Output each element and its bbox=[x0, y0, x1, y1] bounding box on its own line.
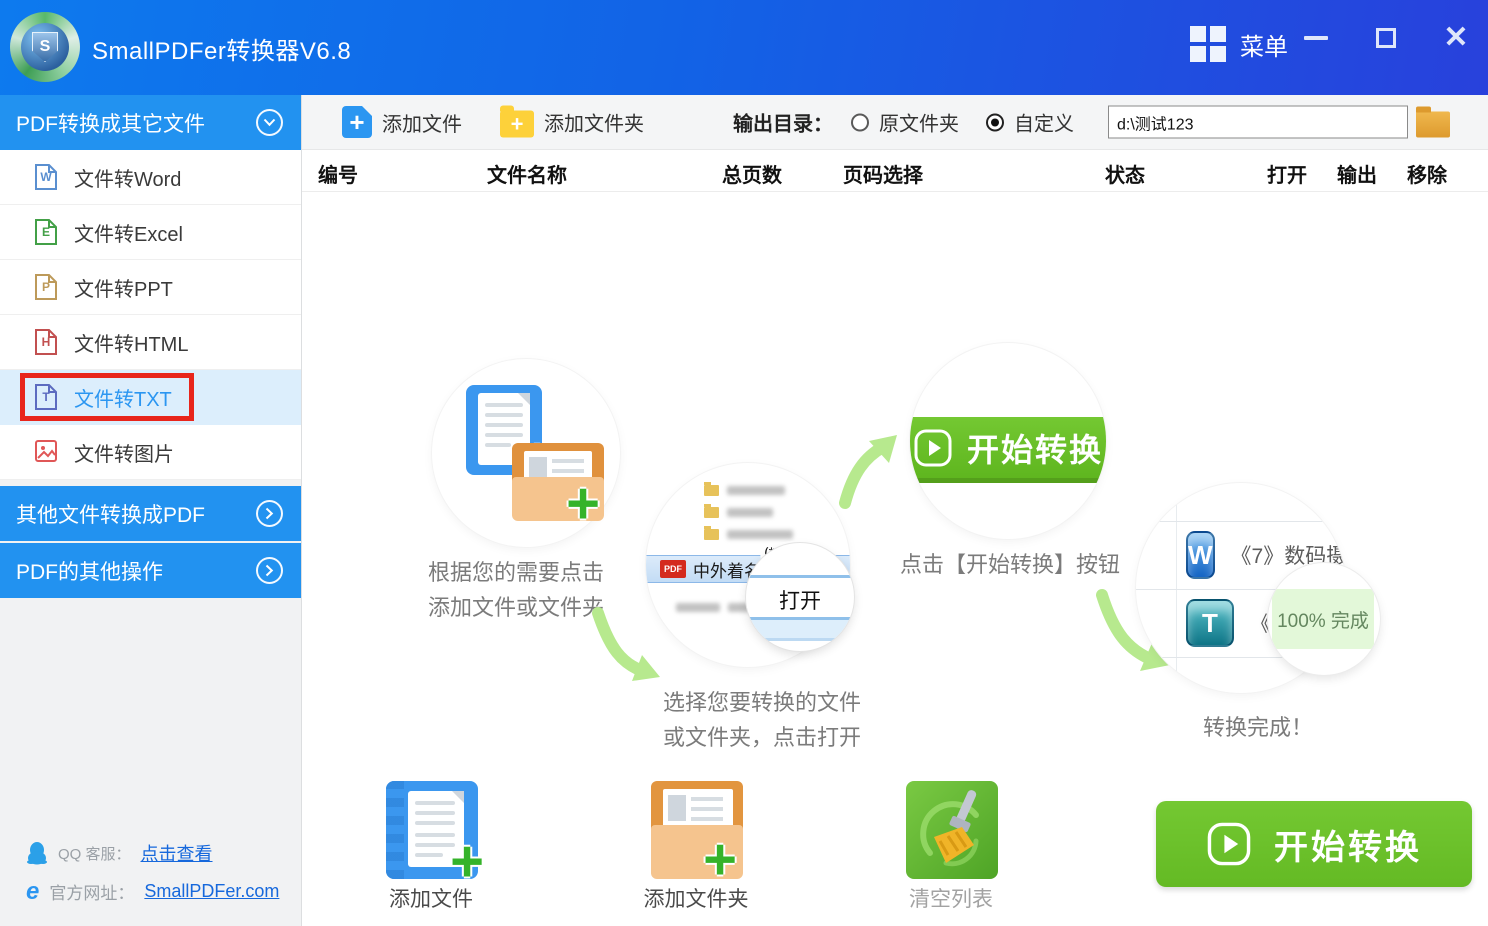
progress-badge: 100% 完成 bbox=[1272, 589, 1374, 649]
qq-service-label: QQ 客服： bbox=[58, 843, 131, 864]
sidebar-item-label: 文件转TXT bbox=[74, 383, 172, 412]
html-doc-icon: H bbox=[34, 328, 58, 356]
browse-folder-button[interactable] bbox=[1416, 107, 1450, 138]
add-file-button[interactable]: + 添加文件 bbox=[342, 106, 462, 138]
word-result-icon: W bbox=[1186, 531, 1215, 579]
col-status: 状态 bbox=[1105, 159, 1145, 188]
col-pages: 总页数 bbox=[722, 159, 782, 188]
sidebar-item-label: 文件转HTML bbox=[74, 328, 188, 357]
minimize-button[interactable] bbox=[1302, 24, 1330, 52]
tutorial-step1-circle: + + bbox=[432, 359, 620, 547]
play-icon bbox=[1206, 821, 1252, 867]
add-file-icon: + bbox=[342, 106, 372, 138]
menu-grid-icon bbox=[1190, 26, 1226, 62]
start-convert-button[interactable]: 开始转换 bbox=[1156, 801, 1472, 887]
qq-penguin-icon bbox=[26, 841, 48, 865]
section-label: 其他文件转换成PDF bbox=[16, 499, 205, 529]
sidebar-item-label: 文件转图片 bbox=[74, 438, 174, 467]
app-logo-icon: S bbox=[10, 12, 80, 82]
browse-folder-icon bbox=[1416, 112, 1450, 138]
start-convert-illustration: 开始转换 bbox=[910, 417, 1106, 483]
sidebar-item-txt[interactable]: T 文件转TXT bbox=[0, 370, 301, 425]
close-button[interactable]: ✕ bbox=[1442, 24, 1470, 52]
menu-button[interactable]: 菜单 bbox=[1190, 26, 1288, 62]
radio-custom[interactable]: 自定义 bbox=[986, 108, 1074, 137]
sidebar-item-html[interactable]: H 文件转HTML bbox=[0, 315, 301, 370]
app-title: SmallPDFer转换器V6.8 bbox=[92, 31, 351, 66]
folder-add-illustration: + bbox=[512, 443, 604, 521]
radio-unchecked-icon bbox=[851, 113, 869, 131]
sidebar-item-label: 文件转Word bbox=[74, 163, 181, 192]
add-folder-icon: + bbox=[500, 111, 534, 138]
open-button: 打开 bbox=[746, 585, 854, 615]
sidebar-item-label: 文件转PPT bbox=[74, 273, 173, 302]
sidebar-item-excel[interactable]: E 文件转Excel bbox=[0, 205, 301, 260]
play-icon bbox=[913, 428, 953, 468]
menu-label: 菜单 bbox=[1240, 27, 1288, 62]
sidebar-section-other-to-pdf[interactable]: 其他文件转换成PDF bbox=[0, 486, 301, 541]
sidebar-section-pdf-to-other[interactable]: PDF转换成其它文件 bbox=[0, 95, 301, 150]
add-folder-big-button[interactable]: + bbox=[651, 781, 743, 879]
open-button-zoom-circle: 打开 bbox=[746, 543, 854, 651]
tutorial-step4-caption: 转换完成！ bbox=[1158, 710, 1358, 745]
progress-zoom-circle: 100% 完成 bbox=[1268, 563, 1380, 675]
arrow-step1-to-step2 bbox=[584, 607, 670, 693]
tutorial-step3-caption: 点击【开始转换】按钮 bbox=[860, 547, 1160, 582]
toolbar: + 添加文件 + 添加文件夹 输出目录： 原文件夹 自定义 bbox=[302, 95, 1488, 150]
image-icon bbox=[34, 438, 58, 466]
col-output: 输出 bbox=[1337, 159, 1377, 188]
sidebar-item-image[interactable]: 文件转图片 bbox=[0, 425, 301, 480]
arrow-step2-to-step3 bbox=[835, 433, 899, 511]
clear-list-big-label[interactable]: 清空列表 bbox=[876, 883, 1026, 913]
col-pagepick: 页码选择 bbox=[843, 159, 923, 188]
pdf-file-icon: PDF bbox=[660, 560, 686, 578]
maximize-button[interactable] bbox=[1372, 24, 1400, 52]
txt-doc-icon: T bbox=[34, 383, 58, 411]
tutorial-step3-circle: 开始转换 bbox=[910, 343, 1106, 539]
browser-e-icon: e bbox=[26, 882, 39, 902]
radio-original-folder[interactable]: 原文件夹 bbox=[851, 108, 959, 137]
main-panel: + 添加文件 + 添加文件夹 输出目录： 原文件夹 自定义 bbox=[302, 95, 1488, 926]
output-dir-label: 输出目录： bbox=[733, 108, 833, 137]
section-label: PDF的其他操作 bbox=[16, 556, 163, 586]
file-table-header: 编号 文件名称 总页数 页码选择 状态 打开 输出 移除 bbox=[302, 150, 1488, 192]
radio-checked-icon bbox=[986, 113, 1004, 131]
tutorial-step2-caption: 选择您要转换的文件 或文件夹，点击打开 bbox=[602, 685, 922, 755]
qq-service-link[interactable]: 点击查看 bbox=[141, 840, 213, 866]
col-remove: 移除 bbox=[1407, 159, 1447, 188]
site-label: 官方网址： bbox=[49, 879, 134, 904]
sidebar-item-ppt[interactable]: P 文件转PPT bbox=[0, 260, 301, 315]
col-open: 打开 bbox=[1267, 159, 1307, 188]
chevron-right-icon bbox=[256, 500, 283, 527]
site-link[interactable]: SmallPDFer.com bbox=[144, 881, 279, 902]
add-file-big-button[interactable]: + bbox=[386, 781, 478, 879]
word-doc-icon: W bbox=[34, 163, 58, 191]
sidebar-item-label: 文件转Excel bbox=[74, 218, 183, 247]
chevron-right-icon bbox=[256, 557, 283, 584]
clear-list-big-button[interactable] bbox=[906, 781, 998, 879]
output-path-input[interactable] bbox=[1108, 106, 1408, 139]
add-folder-big-label[interactable]: 添加文件夹 bbox=[621, 883, 771, 913]
titlebar: S SmallPDFer转换器V6.8 菜单 ✕ bbox=[0, 0, 1488, 95]
sidebar-item-word[interactable]: W 文件转Word bbox=[0, 150, 301, 205]
broom-icon bbox=[906, 781, 998, 879]
sidebar: PDF转换成其它文件 W 文件转Word E 文件转Excel bbox=[0, 95, 302, 926]
app-window: S SmallPDFer转换器V6.8 菜单 ✕ PDF转换成其它文件 W bbox=[0, 0, 1488, 926]
excel-doc-icon: E bbox=[34, 218, 58, 246]
txt-result-icon: T bbox=[1186, 599, 1234, 647]
col-filename: 文件名称 bbox=[487, 159, 567, 188]
add-file-big-label[interactable]: 添加文件 bbox=[356, 883, 506, 913]
ppt-doc-icon: P bbox=[34, 273, 58, 301]
col-number: 编号 bbox=[318, 159, 358, 188]
add-folder-button[interactable]: + 添加文件夹 bbox=[500, 107, 644, 138]
chevron-down-icon bbox=[256, 109, 283, 136]
section-label: PDF转换成其它文件 bbox=[16, 108, 205, 138]
sidebar-section-pdf-ops[interactable]: PDF的其他操作 bbox=[0, 543, 301, 598]
